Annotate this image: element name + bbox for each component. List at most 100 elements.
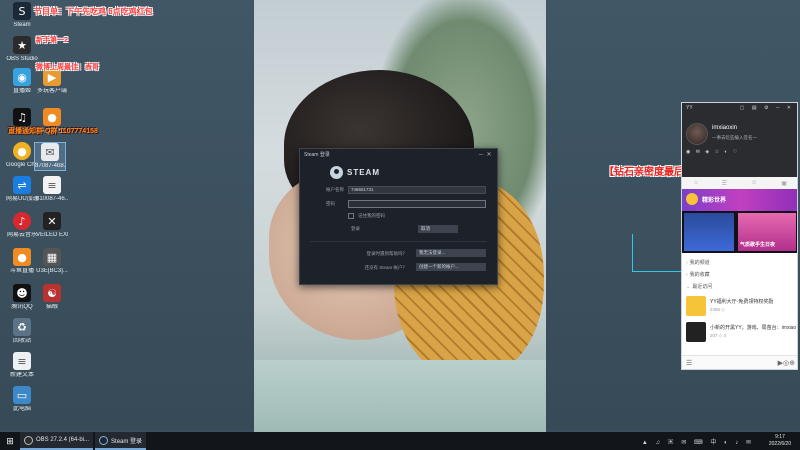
tab-channel-icon[interactable]: ▣ <box>781 180 787 187</box>
desktop-icon-file-selected[interactable]: ✉ 37087-4b8... <box>34 142 66 171</box>
tab-friends-icon[interactable]: ☺ <box>751 180 757 186</box>
steam-window-title: Steam 登录 <box>304 152 330 158</box>
desktop-icon-live[interactable]: ◉ 直播姬 <box>6 68 38 95</box>
steam-logo: STEAM <box>330 166 380 179</box>
obs-icon: ★ <box>13 36 31 54</box>
remember-password-label: 记住我的密码 <box>358 213 385 218</box>
yy-window-buttons[interactable]: ▢ ▤ ⚙ ─ ✕ <box>740 105 794 111</box>
taskbar-item-steam[interactable]: Steam 登录 <box>95 432 147 450</box>
help-question: 登录时遇到帮助吗？ <box>366 251 408 256</box>
channel-thumb <box>686 296 706 316</box>
password-field[interactable] <box>348 200 486 208</box>
yy-client-panel: YY ▢ ▤ ⚙ ─ ✕ imxiaoxin 一事去吃些编入签名一 ◉ ✉ ◈ … <box>681 102 798 370</box>
douyu-icon: ● <box>43 108 61 126</box>
overlay-line-vertical <box>632 234 633 272</box>
coin-icon <box>686 193 698 205</box>
steam-icon <box>99 435 109 445</box>
section-recent-visits[interactable]: ⌄ 最近访问 <box>686 283 712 290</box>
desktop-icon-doc[interactable]: ≡ 310087-46... <box>36 176 68 203</box>
steam-logo-text: STEAM <box>347 168 380 177</box>
taskbar-item-obs[interactable]: OBS 27.2.4 (64-bi... <box>20 432 94 450</box>
yy-signature[interactable]: 一事去吃些编入签名一 <box>712 135 757 141</box>
recycle-bin-icon: ♻ <box>13 318 31 336</box>
maoyan-icon: ☯ <box>43 284 61 302</box>
add-icon[interactable]: ⊕ <box>789 359 795 367</box>
yy-banner-world[interactable]: 精彩世界 <box>682 189 797 211</box>
banner-streamer-photo <box>684 213 734 251</box>
create-account-question: 还没有 Steam 帐户？ <box>364 265 407 270</box>
desktop-icon-netease-music[interactable]: ♪ 网易云音乐 <box>6 212 38 239</box>
desktop-icon-u3e[interactable]: ▦ U3E[BC3]... <box>36 248 68 275</box>
douyu-live-icon: ● <box>13 248 31 266</box>
desktop-icon-this-pc[interactable]: ▭ 此电脑 <box>6 386 38 413</box>
steam-logo-icon <box>330 166 343 179</box>
desktop-icon-maoyan[interactable]: ☯ 猫眼 <box>36 284 68 311</box>
overlay-fans: 微博上周最佳：表哥 <box>36 64 99 71</box>
avatar[interactable] <box>686 123 708 145</box>
cancel-button[interactable]: 取消 <box>418 225 458 233</box>
desktop-icon-text-file[interactable]: ≡ 新建文本 <box>6 352 38 379</box>
login-button[interactable]: 登录 <box>348 225 408 233</box>
yy-bottom-bar: ☰ ▶ ◎ ⊕ <box>682 355 797 369</box>
desktop-icon-uu[interactable]: ⇌ 网易UU加速器 <box>6 176 38 203</box>
menu-icon[interactable]: ☰ <box>686 359 692 367</box>
steam-login-dialog: Steam 登录 ─ ✕ STEAM 帐户名称 746651731 密码 记住我… <box>299 148 498 285</box>
overlay-qq-group: 直播通知群 Q群 1107774158 <box>8 128 98 135</box>
close-icon[interactable]: ✕ <box>485 151 493 158</box>
password-label: 密码 <box>326 201 335 206</box>
assistant-icon: ♫ <box>13 108 31 126</box>
wallpaper-table <box>254 360 546 432</box>
desktop-icon-qq[interactable]: ☻ 腾讯QQ <box>6 284 38 311</box>
veiled-experts-icon: ✕ <box>43 212 61 230</box>
email-file-icon: ✉ <box>41 143 59 161</box>
text-file-icon: ≡ <box>13 352 31 370</box>
desktop-icon-duowan[interactable]: ▶ 多玩客户端 <box>36 68 68 95</box>
section-my-favorites[interactable]: › 我的收藏 <box>686 271 710 278</box>
desktop-icon-recycle-bin[interactable]: ♻ 回收站 <box>6 318 38 345</box>
app-grid-icon: ▦ <box>43 248 61 266</box>
section-my-channels[interactable]: › 我的频道 <box>686 259 710 266</box>
yy-username[interactable]: imxiaoxin <box>712 125 737 131</box>
computer-icon: ▭ <box>13 386 31 404</box>
yy-brand: YY <box>686 105 693 111</box>
taskbar: ⊞ OBS 27.2.4 (64-bi... Steam 登录 ▲ ♫ ▣ ✉ … <box>0 432 800 450</box>
steam-icon: S <box>13 2 31 20</box>
banner-live-caption: 气质歌手生日夜 <box>740 242 776 248</box>
chrome-icon: ● <box>13 142 31 160</box>
yy-banner-live[interactable]: 气质歌手生日夜 <box>682 211 797 253</box>
desktop-icon-veiled[interactable]: ✕ VEILED EXPERTS <box>36 212 68 239</box>
chevron-right-icon: › <box>686 260 688 266</box>
banner-world-text: 精彩世界 <box>702 198 727 204</box>
tab-home-icon[interactable]: ⌂ <box>694 180 698 186</box>
overlay-line-horizontal <box>632 271 682 272</box>
overlay-newbie: 新手第一2 <box>36 37 68 44</box>
tab-list-icon[interactable]: ☰ <box>722 180 727 187</box>
steam-separator <box>310 241 487 242</box>
account-name-field[interactable]: 746651731 <box>348 186 486 194</box>
steam-titlebar[interactable]: Steam 登录 ─ ✕ <box>300 149 497 160</box>
uu-accelerator-icon: ⇌ <box>13 176 31 194</box>
qq-icon: ☻ <box>13 284 31 302</box>
yy-header: YY ▢ ▤ ⚙ ─ ✕ imxiaoxin 一事去吃些编入签名一 ◉ ✉ ◈ … <box>682 103 797 193</box>
obs-icon <box>24 435 33 445</box>
minimize-icon[interactable]: ─ <box>477 152 485 158</box>
desktop-icon-obs[interactable]: ★ OBS Studio <box>6 36 38 63</box>
desktop-icon-douyu[interactable]: ● 斗鱼直播 <box>6 248 38 275</box>
chevron-down-icon: ⌄ <box>686 284 691 290</box>
overlay-schedule: 节目单：下午先吃鸡 6点吃鸡红包 <box>34 7 153 16</box>
create-account-button[interactable]: 创建一个新的帐户... <box>416 263 486 271</box>
live-icon: ◉ <box>13 68 31 86</box>
clock[interactable]: 9:17 2022/6/20 <box>760 434 800 448</box>
netease-music-icon: ♪ <box>13 212 31 230</box>
system-tray[interactable]: ▲ ♫ ▣ ✉ ⌨ 中 ◐ ♪ ✉ <box>642 437 754 446</box>
cant-login-button[interactable]: 我无法登录... <box>416 249 486 257</box>
yy-toolbar[interactable]: ◉ ✉ ◈ ☆ ◐ ♡ <box>686 149 739 155</box>
list-item[interactable]: 小新的开黑YY，游戏、局苗台：imxiao 207 ◇ 4 <box>686 322 796 346</box>
list-item[interactable]: YY福利大厅-免费领特权奖励 2495 ◇ <box>686 296 796 320</box>
document-icon: ≡ <box>43 176 61 194</box>
remember-password-checkbox[interactable] <box>348 213 354 219</box>
chevron-right-icon: › <box>686 272 688 278</box>
windows-start-icon[interactable]: ⊞ <box>0 436 20 447</box>
account-label: 帐户名称 <box>326 187 344 192</box>
channel-thumb <box>686 322 706 342</box>
